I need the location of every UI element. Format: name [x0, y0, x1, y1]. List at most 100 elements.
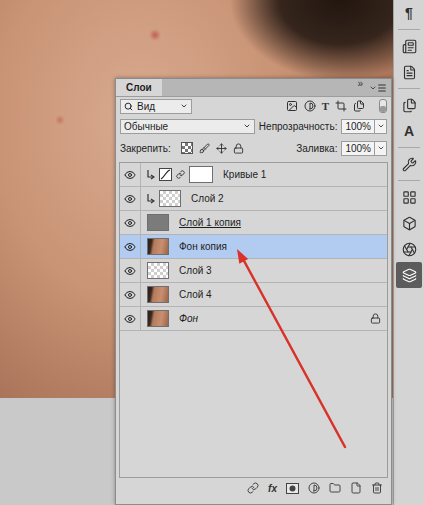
lock-position-icon[interactable]: [216, 143, 227, 154]
opacity-value[interactable]: 100%: [342, 121, 374, 132]
layer-name[interactable]: Слой 4: [179, 289, 381, 300]
dock-panel-icon[interactable]: [402, 268, 417, 283]
layer-row[interactable]: Фон копия: [120, 235, 387, 259]
eye-icon[interactable]: [124, 169, 136, 181]
dock-button[interactable]: ¶: [396, 0, 422, 26]
new-layer-icon[interactable]: [350, 482, 362, 494]
chevron-icon: [369, 84, 377, 92]
dock-separator: [398, 180, 420, 181]
lock-all-icon[interactable]: [233, 143, 244, 154]
dock-button[interactable]: [396, 92, 422, 118]
lock-pixels-icon[interactable]: [199, 143, 210, 154]
layer-row[interactable]: Слой 2: [120, 187, 387, 211]
trash-icon[interactable]: [371, 482, 383, 494]
filter-toggle[interactable]: [379, 99, 387, 113]
fill-field[interactable]: 100%: [341, 141, 387, 156]
menu-icon: [377, 83, 387, 93]
dock-panel-icon[interactable]: [402, 242, 417, 257]
visibility-cell[interactable]: [120, 163, 141, 186]
layer-content: Слой 1 копия: [141, 211, 387, 234]
dock-panel-icon[interactable]: [402, 98, 417, 113]
layer-row[interactable]: Слой 3: [120, 259, 387, 283]
layer-row[interactable]: Фон: [120, 307, 387, 331]
dock-button[interactable]: [396, 262, 422, 288]
adjustment-filter-icon[interactable]: [304, 100, 316, 112]
layer-name[interactable]: Слой 2: [191, 193, 381, 204]
layer-content: Фон копия: [141, 235, 387, 258]
dock-button[interactable]: [396, 33, 422, 59]
filter-dropdown[interactable]: Вид: [120, 99, 192, 114]
dock-button[interactable]: [396, 184, 422, 210]
eye-icon[interactable]: [124, 193, 136, 205]
eye-icon[interactable]: [124, 265, 136, 277]
dock-button[interactable]: [396, 236, 422, 262]
pixel-filter-icon[interactable]: [286, 100, 298, 112]
toggle-knob: [380, 106, 386, 112]
blend-row: Обычные Непрозрачность: 100%: [116, 115, 391, 137]
layer-thumbnail: [147, 310, 169, 327]
layer-list: Кривые 1 Слой 2 Слой 1 копия Фон копия Слой …: [119, 162, 388, 478]
layer-row[interactable]: Кривые 1: [120, 163, 387, 187]
eye-icon[interactable]: [124, 313, 136, 325]
visibility-cell[interactable]: [120, 211, 141, 234]
eye-icon[interactable]: [124, 241, 136, 253]
lock-row: Закрепить:Заливка:100%: [116, 137, 391, 159]
layer-content: Слой 4: [141, 283, 387, 306]
dock-button[interactable]: [396, 151, 422, 177]
layer-name[interactable]: Фон: [179, 313, 366, 324]
panel-footer: fx: [116, 478, 391, 498]
mask-icon[interactable]: [286, 483, 299, 494]
smart-object-filter-icon[interactable]: [353, 100, 365, 112]
layer-row[interactable]: Слой 4: [120, 283, 387, 307]
dock-button[interactable]: A: [396, 118, 422, 144]
opacity-arrow[interactable]: [374, 120, 386, 133]
layer-name[interactable]: Фон копия: [179, 241, 381, 252]
visibility-cell[interactable]: [120, 235, 141, 258]
shape-filter-icon[interactable]: [335, 100, 347, 112]
clip-arrow-icon: [147, 170, 155, 180]
panel-tab[interactable]: Слои: [116, 79, 162, 96]
collapse-button[interactable]: »: [357, 79, 363, 88]
dock-panel-icon[interactable]: [402, 157, 417, 172]
fill-arrow[interactable]: [374, 142, 386, 155]
visibility-cell[interactable]: [120, 307, 141, 330]
eye-icon[interactable]: [124, 289, 136, 301]
dock-panel-icon[interactable]: [402, 39, 417, 54]
folder-icon[interactable]: [329, 482, 341, 494]
dock-panel-icon[interactable]: [402, 190, 417, 205]
visibility-cell[interactable]: [120, 283, 141, 306]
fill-label: Заливка:: [296, 143, 337, 154]
layer-name[interactable]: Слой 3: [179, 265, 381, 276]
opacity-field[interactable]: 100%: [341, 119, 387, 134]
layer-content: Фон: [141, 307, 387, 330]
chain-icon[interactable]: [176, 170, 185, 179]
layer-thumbnail: [147, 214, 169, 231]
panel-menu-button[interactable]: [369, 83, 387, 93]
layer-name[interactable]: Слой 1 копия: [179, 217, 381, 228]
new-adjustment-icon[interactable]: [308, 482, 320, 494]
curves-adjustment-icon: [159, 168, 172, 181]
opacity-label: Непрозрачность:: [259, 121, 338, 132]
visibility-cell[interactable]: [120, 187, 141, 210]
lock-transparency-icon[interactable]: [181, 142, 193, 154]
layers-panel: Слои»ВидTОбычныеНепрозрачность:100%Закре…: [115, 78, 392, 505]
fill-value[interactable]: 100%: [342, 143, 374, 154]
dock-button[interactable]: [396, 59, 422, 85]
blend-mode-value: Обычные: [124, 121, 239, 132]
panel-dock: ¶A: [393, 0, 424, 505]
layer-content: Слой 3: [141, 259, 387, 282]
chevron-icon: [377, 122, 385, 130]
layer-row[interactable]: Слой 1 копия: [120, 211, 387, 235]
link-layers-icon[interactable]: [247, 482, 259, 494]
dock-panel-icon[interactable]: [402, 65, 417, 80]
filter-value: Вид: [137, 101, 176, 112]
fx-button[interactable]: fx: [268, 483, 277, 494]
dock-button[interactable]: [396, 210, 422, 236]
panel-header: Слои »: [116, 79, 391, 97]
blend-mode-dropdown[interactable]: Обычные: [120, 119, 255, 134]
type-filter-button[interactable]: T: [322, 100, 329, 112]
layer-name[interactable]: Кривые 1: [223, 169, 381, 180]
visibility-cell[interactable]: [120, 259, 141, 282]
eye-icon[interactable]: [124, 217, 136, 229]
dock-panel-icon[interactable]: [402, 216, 417, 231]
